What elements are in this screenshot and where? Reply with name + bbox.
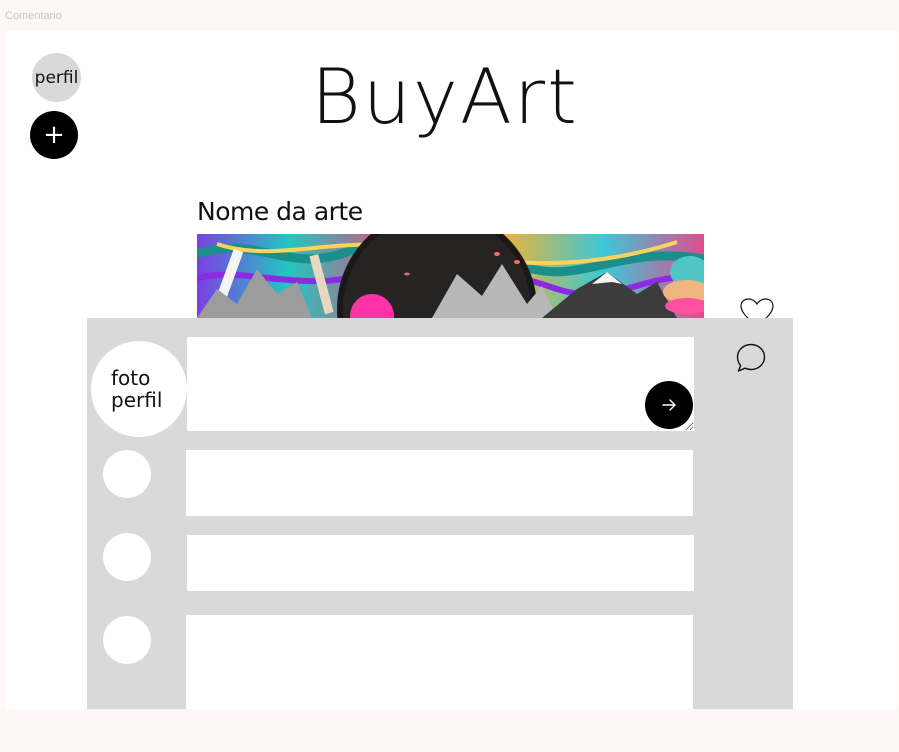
composer-avatar-label-2: perfil xyxy=(111,388,163,412)
comment-item xyxy=(186,450,693,516)
profile-button[interactable]: perfil xyxy=(32,53,81,102)
app-frame: perfil + BuyArt Nome da arte foto perfil xyxy=(5,31,898,709)
comment-avatar xyxy=(103,533,151,581)
add-button[interactable]: + xyxy=(30,111,78,159)
send-button[interactable] xyxy=(645,381,693,429)
arrow-right-icon xyxy=(662,399,676,411)
plus-icon: + xyxy=(43,120,65,150)
comment-input[interactable] xyxy=(187,337,694,431)
frame-label: Comentario xyxy=(5,10,62,22)
comment-avatar xyxy=(103,616,151,664)
artwork-image xyxy=(197,234,704,318)
composer-avatar-label-1: foto xyxy=(111,366,151,390)
brand-logo: BuyArt xyxy=(311,52,579,141)
chat-bubble-icon[interactable] xyxy=(735,342,767,374)
art-title: Nome da arte xyxy=(197,197,363,226)
comment-item xyxy=(186,615,693,709)
profile-button-label: perfil xyxy=(34,67,79,88)
comments-panel: foto perfil xyxy=(87,318,793,709)
comment-item xyxy=(187,535,694,591)
composer-avatar: foto perfil xyxy=(91,341,187,437)
comment-avatar xyxy=(103,450,151,498)
